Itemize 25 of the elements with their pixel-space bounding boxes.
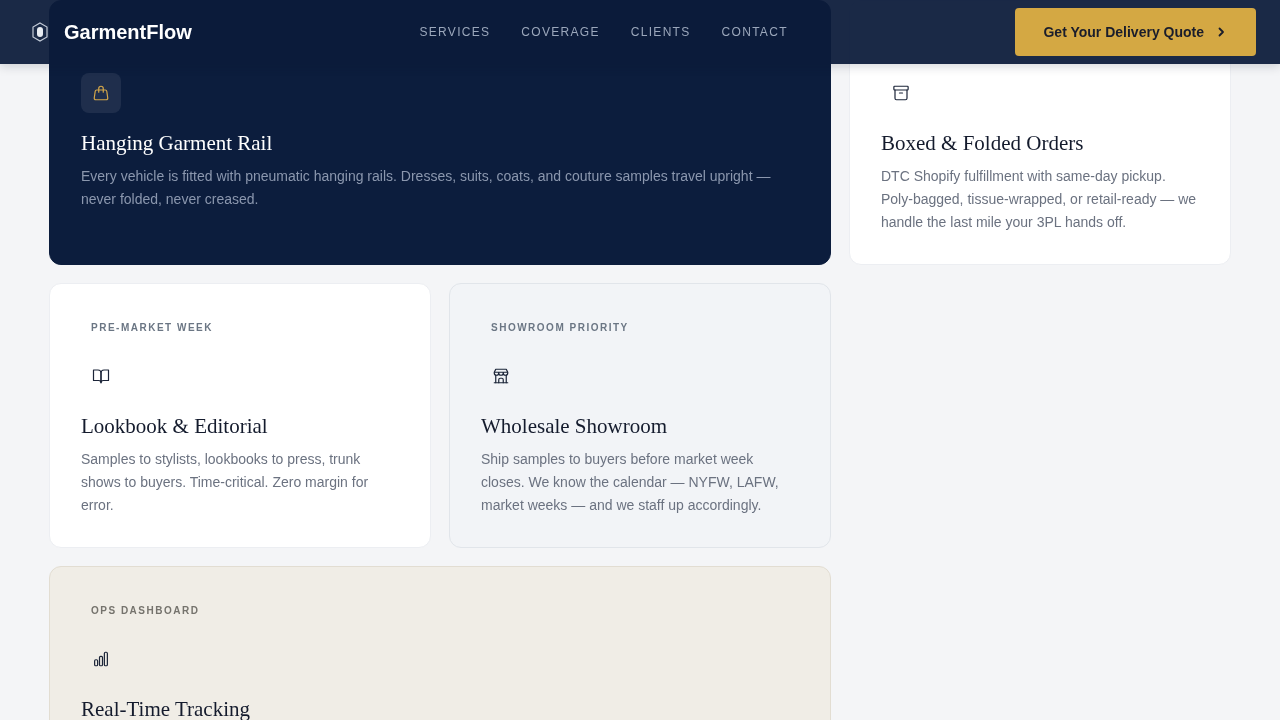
- card-title: Real-Time Tracking: [81, 699, 250, 720]
- card-description: Every vehicle is fitted with pneumatic hanging rails. Dresses, suits, coats, and couture samples travel upright — never folded, never creased.: [81, 167, 772, 209]
- nav-link[interactable]: SERVICES: [419, 25, 491, 39]
- card-description: DTC Shopify fulfillment with same-day pickup. Poly-bagged, tissue-wrapped, or retail-ready — we handle the last mile your 3PL hands off.: [881, 167, 1198, 232]
- chevron-right-icon: [1216, 27, 1226, 37]
- hexagon-logo-icon: [32, 22, 48, 42]
- card-description: Samples to stylists, lookbooks to press, trunk shows to buyers. Time-critical. Zero margin for error.: [81, 450, 370, 515]
- card-title: Boxed & Folded Orders: [881, 133, 1084, 154]
- open-book-icon: [92, 367, 110, 385]
- card-title: Hanging Garment Rail: [81, 133, 273, 154]
- archive-box-icon: [892, 84, 910, 102]
- bar-chart-icon: [92, 650, 110, 668]
- nav-link[interactable]: CONTACT: [721, 25, 788, 39]
- card-eyebrow: PRE-MARKET WEEK: [91, 321, 213, 335]
- brand-name: GarmentFlow: [64, 20, 192, 44]
- nav-link[interactable]: COVERAGE: [521, 25, 600, 39]
- card-eyebrow: OPS DASHBOARD: [91, 604, 200, 618]
- card-eyebrow: SHOWROOM PRIORITY: [491, 321, 629, 335]
- card-description: Ship samples to buyers before market week closes. We know the calendar — NYFW, LAFW, market weeks — and we staff up accordingly.: [481, 450, 780, 515]
- delivery-quote-button[interactable]: Get Your Delivery Quote: [1015, 8, 1256, 56]
- card-title: Lookbook & Editorial: [81, 416, 268, 437]
- storefront-icon: [492, 367, 510, 385]
- nav-link[interactable]: CLIENTS: [630, 25, 691, 39]
- card-title: Wholesale Showroom: [481, 416, 668, 437]
- shopping-bag-icon: [81, 73, 121, 113]
